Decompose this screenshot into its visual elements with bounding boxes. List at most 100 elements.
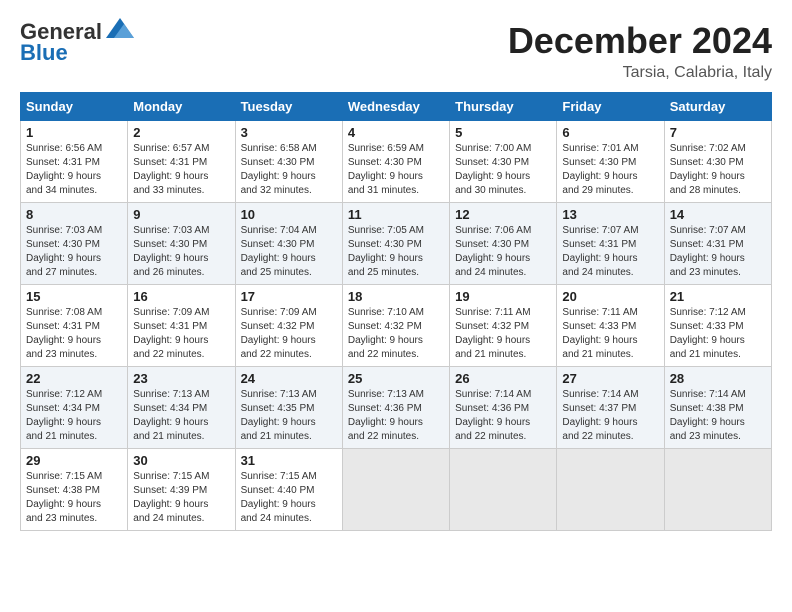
day-info: Sunrise: 7:02 AMSunset: 4:30 PMDaylight:…	[670, 142, 766, 198]
day-info: Sunrise: 7:14 AMSunset: 4:36 PMDaylight:…	[455, 388, 551, 444]
day-info: Sunrise: 7:12 AMSunset: 4:34 PMDaylight:…	[26, 388, 122, 444]
calendar-cell: 28 Sunrise: 7:14 AMSunset: 4:38 PMDayligh…	[664, 367, 771, 449]
calendar-cell: 23 Sunrise: 7:13 AMSunset: 4:34 PMDayligh…	[128, 367, 235, 449]
day-number: 17	[241, 289, 337, 304]
day-info: Sunrise: 7:09 AMSunset: 4:31 PMDaylight:…	[133, 306, 229, 362]
day-info: Sunrise: 7:13 AMSunset: 4:34 PMDaylight:…	[133, 388, 229, 444]
day-number: 29	[26, 453, 122, 468]
day-info: Sunrise: 7:00 AMSunset: 4:30 PMDaylight:…	[455, 142, 551, 198]
calendar-cell: 13 Sunrise: 7:07 AMSunset: 4:31 PMDayligh…	[557, 203, 664, 285]
title-area: December 2024 Tarsia, Calabria, Italy	[508, 20, 772, 82]
day-number: 16	[133, 289, 229, 304]
calendar-body: 1 Sunrise: 6:56 AMSunset: 4:31 PMDaylight…	[21, 121, 772, 531]
week-row-1: 1 Sunrise: 6:56 AMSunset: 4:31 PMDaylight…	[21, 121, 772, 203]
calendar-cell: 25Sunrise: 7:13 AMSunset: 4:36 PMDayligh…	[342, 367, 449, 449]
calendar-cell: 30Sunrise: 7:15 AMSunset: 4:39 PMDayligh…	[128, 449, 235, 531]
calendar-cell: 18 Sunrise: 7:10 AMSunset: 4:32 PMDayligh…	[342, 285, 449, 367]
month-title: December 2024	[508, 20, 772, 62]
calendar-cell: 27Sunrise: 7:14 AMSunset: 4:37 PMDayligh…	[557, 367, 664, 449]
week-row-2: 8Sunrise: 7:03 AMSunset: 4:30 PMDaylight…	[21, 203, 772, 285]
calendar-cell: 15Sunrise: 7:08 AMSunset: 4:31 PMDayligh…	[21, 285, 128, 367]
calendar-cell: 24 Sunrise: 7:13 AMSunset: 4:35 PMDayligh…	[235, 367, 342, 449]
day-number: 13	[562, 207, 658, 222]
day-info: Sunrise: 6:59 AMSunset: 4:30 PMDaylight:…	[348, 142, 444, 198]
day-info: Sunrise: 7:11 AMSunset: 4:33 PMDaylight:…	[562, 306, 658, 362]
logo: General Blue	[20, 20, 134, 66]
calendar-cell: 3 Sunrise: 6:58 AMSunset: 4:30 PMDaylight…	[235, 121, 342, 203]
day-number: 2	[133, 125, 229, 140]
day-info: Sunrise: 7:07 AMSunset: 4:31 PMDaylight:…	[670, 224, 766, 280]
weekday-sunday: Sunday	[21, 93, 128, 121]
day-info: Sunrise: 7:04 AMSunset: 4:30 PMDaylight:…	[241, 224, 337, 280]
day-number: 3	[241, 125, 337, 140]
day-info: Sunrise: 7:08 AMSunset: 4:31 PMDaylight:…	[26, 306, 122, 362]
day-number: 8	[26, 207, 122, 222]
day-number: 4	[348, 125, 444, 140]
calendar-cell: 8Sunrise: 7:03 AMSunset: 4:30 PMDaylight…	[21, 203, 128, 285]
day-number: 5	[455, 125, 551, 140]
day-info: Sunrise: 7:05 AMSunset: 4:30 PMDaylight:…	[348, 224, 444, 280]
day-info: Sunrise: 7:01 AMSunset: 4:30 PMDaylight:…	[562, 142, 658, 198]
calendar-cell	[450, 449, 557, 531]
calendar-cell	[342, 449, 449, 531]
location-title: Tarsia, Calabria, Italy	[508, 64, 772, 82]
day-number: 1	[26, 125, 122, 140]
day-number: 9	[133, 207, 229, 222]
weekday-header-row: SundayMondayTuesdayWednesdayThursdayFrid…	[21, 93, 772, 121]
calendar-cell: 29 Sunrise: 7:15 AMSunset: 4:38 PMDayligh…	[21, 449, 128, 531]
calendar-cell: 17 Sunrise: 7:09 AMSunset: 4:32 PMDayligh…	[235, 285, 342, 367]
calendar-cell: 19Sunrise: 7:11 AMSunset: 4:32 PMDayligh…	[450, 285, 557, 367]
weekday-wednesday: Wednesday	[342, 93, 449, 121]
calendar-cell	[664, 449, 771, 531]
calendar-cell: 21 Sunrise: 7:12 AMSunset: 4:33 PMDayligh…	[664, 285, 771, 367]
calendar-cell: 22Sunrise: 7:12 AMSunset: 4:34 PMDayligh…	[21, 367, 128, 449]
day-info: Sunrise: 7:10 AMSunset: 4:32 PMDaylight:…	[348, 306, 444, 362]
day-info: Sunrise: 6:57 AMSunset: 4:31 PMDaylight:…	[133, 142, 229, 198]
day-info: Sunrise: 7:06 AMSunset: 4:30 PMDaylight:…	[455, 224, 551, 280]
calendar-cell: 10Sunrise: 7:04 AMSunset: 4:30 PMDayligh…	[235, 203, 342, 285]
day-info: Sunrise: 7:13 AMSunset: 4:36 PMDaylight:…	[348, 388, 444, 444]
week-row-5: 29 Sunrise: 7:15 AMSunset: 4:38 PMDayligh…	[21, 449, 772, 531]
weekday-saturday: Saturday	[664, 93, 771, 121]
day-info: Sunrise: 7:12 AMSunset: 4:33 PMDaylight:…	[670, 306, 766, 362]
day-number: 31	[241, 453, 337, 468]
day-number: 18	[348, 289, 444, 304]
calendar-cell: 20 Sunrise: 7:11 AMSunset: 4:33 PMDayligh…	[557, 285, 664, 367]
calendar-table: SundayMondayTuesdayWednesdayThursdayFrid…	[20, 92, 772, 531]
calendar-cell: 11 Sunrise: 7:05 AMSunset: 4:30 PMDayligh…	[342, 203, 449, 285]
logo-blue-text: Blue	[20, 40, 68, 66]
day-info: Sunrise: 7:14 AMSunset: 4:38 PMDaylight:…	[670, 388, 766, 444]
day-number: 19	[455, 289, 551, 304]
day-number: 21	[670, 289, 766, 304]
week-row-4: 22Sunrise: 7:12 AMSunset: 4:34 PMDayligh…	[21, 367, 772, 449]
day-number: 27	[562, 371, 658, 386]
calendar-cell: 26 Sunrise: 7:14 AMSunset: 4:36 PMDayligh…	[450, 367, 557, 449]
calendar-cell: 5 Sunrise: 7:00 AMSunset: 4:30 PMDaylight…	[450, 121, 557, 203]
calendar-cell: 16 Sunrise: 7:09 AMSunset: 4:31 PMDayligh…	[128, 285, 235, 367]
day-number: 11	[348, 207, 444, 222]
day-info: Sunrise: 6:58 AMSunset: 4:30 PMDaylight:…	[241, 142, 337, 198]
day-info: Sunrise: 7:13 AMSunset: 4:35 PMDaylight:…	[241, 388, 337, 444]
calendar-cell: 31Sunrise: 7:15 AMSunset: 4:40 PMDayligh…	[235, 449, 342, 531]
day-number: 6	[562, 125, 658, 140]
weekday-monday: Monday	[128, 93, 235, 121]
day-info: Sunrise: 7:15 AMSunset: 4:38 PMDaylight:…	[26, 470, 122, 526]
calendar-cell	[557, 449, 664, 531]
day-number: 20	[562, 289, 658, 304]
day-info: Sunrise: 7:09 AMSunset: 4:32 PMDaylight:…	[241, 306, 337, 362]
weekday-friday: Friday	[557, 93, 664, 121]
day-number: 24	[241, 371, 337, 386]
day-number: 28	[670, 371, 766, 386]
page-header: General Blue December 2024 Tarsia, Calab…	[20, 20, 772, 82]
calendar-cell: 2 Sunrise: 6:57 AMSunset: 4:31 PMDaylight…	[128, 121, 235, 203]
calendar-cell: 4 Sunrise: 6:59 AMSunset: 4:30 PMDaylight…	[342, 121, 449, 203]
calendar-cell: 14 Sunrise: 7:07 AMSunset: 4:31 PMDayligh…	[664, 203, 771, 285]
day-info: Sunrise: 7:15 AMSunset: 4:39 PMDaylight:…	[133, 470, 229, 526]
day-number: 23	[133, 371, 229, 386]
day-number: 14	[670, 207, 766, 222]
day-info: Sunrise: 6:56 AMSunset: 4:31 PMDaylight:…	[26, 142, 122, 198]
day-number: 7	[670, 125, 766, 140]
calendar-cell: 9Sunrise: 7:03 AMSunset: 4:30 PMDaylight…	[128, 203, 235, 285]
day-info: Sunrise: 7:07 AMSunset: 4:31 PMDaylight:…	[562, 224, 658, 280]
day-number: 26	[455, 371, 551, 386]
